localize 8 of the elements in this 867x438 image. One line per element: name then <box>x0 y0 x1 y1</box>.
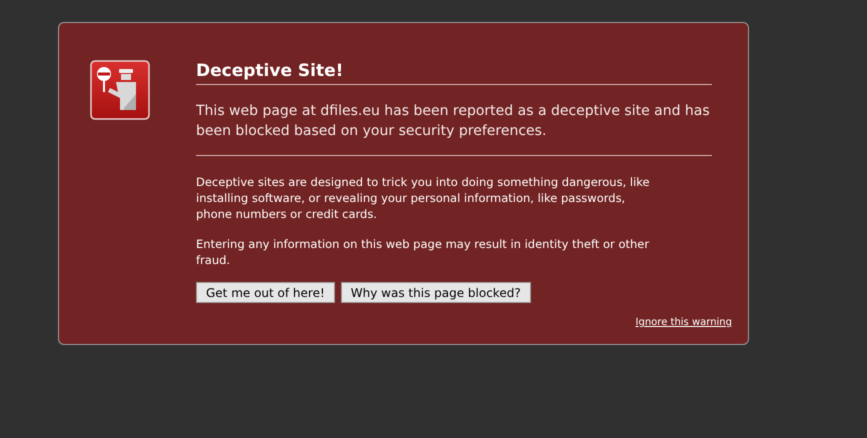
detail-text: Entering any information on this web page may result in identity theft or other fraud. <box>196 236 650 268</box>
detail-text: Deceptive sites are designed to trick you into doing something dangerous, like installing software, or revealing your personal information, like passwords, phone numbers or credit cards. <box>196 174 651 222</box>
page-title: Deceptive Site! <box>196 60 712 85</box>
police-officer-icon <box>90 60 150 120</box>
action-button[interactable]: Why was this page blocked? <box>340 282 531 303</box>
ignore-link[interactable]: Ignore this warning <box>636 315 732 330</box>
summary-text: This web page at dfiles.eu has been reported as a deceptive site and has been blocked based on your security preferences. <box>196 101 712 156</box>
action-button[interactable]: Get me out of here! <box>196 282 335 303</box>
